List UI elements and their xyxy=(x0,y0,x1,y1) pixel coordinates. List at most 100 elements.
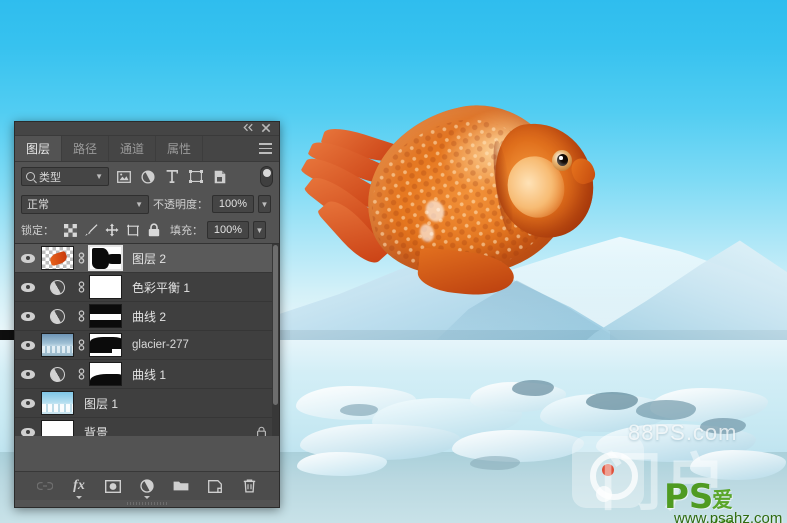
layer-row-0[interactable]: 图层 2 xyxy=(15,244,279,273)
layer-visibility-toggle[interactable] xyxy=(15,369,41,379)
adjustment-icon xyxy=(47,363,68,385)
layer-row-1[interactable]: 色彩平衡 1 xyxy=(15,273,279,302)
opacity-label: 不透明度： xyxy=(153,199,208,211)
panel-tab-strip[interactable]: 图层 路径 通道 属性 xyxy=(15,136,279,162)
layer-name[interactable]: 背景 xyxy=(84,424,108,437)
tab-layers[interactable]: 图层 xyxy=(15,136,63,161)
layer-visibility-toggle[interactable] xyxy=(15,398,41,408)
layer-mask-thumbnail[interactable] xyxy=(89,304,122,328)
panel-resize-grip[interactable] xyxy=(15,500,279,507)
layer-visibility-toggle[interactable] xyxy=(15,340,41,350)
layer-visibility-toggle[interactable] xyxy=(15,427,41,436)
link-mask-icon[interactable] xyxy=(76,309,87,323)
goldfish-subject xyxy=(300,87,602,320)
lock-row[interactable]: 锁定： 填充： 100% ▼ xyxy=(15,217,279,243)
layer-filter-row[interactable]: 类型 ▼ xyxy=(15,162,279,191)
blend-mode-select[interactable]: 正常 ▼ xyxy=(21,194,149,214)
psahz-logo-url: www.psahz.com xyxy=(674,510,783,523)
ice-shadow xyxy=(470,456,520,470)
layers-panel[interactable]: 图层 路径 通道 属性 类型 ▼ 正常 ▼ 不透明度： 100% ▼ 锁定： 填… xyxy=(14,121,280,508)
lock-transparent-pixels[interactable] xyxy=(63,223,77,237)
layer-name[interactable]: 曲线 1 xyxy=(132,366,166,383)
lock-button-group[interactable] xyxy=(63,223,161,237)
layer-name[interactable]: 图层 2 xyxy=(132,250,166,267)
tab-channels[interactable]: 通道 xyxy=(109,136,157,161)
filter-pixel-layers[interactable] xyxy=(114,167,133,186)
layer-name[interactable]: 色彩平衡 1 xyxy=(132,279,190,296)
adjustment-icon xyxy=(47,305,68,327)
opacity-input[interactable]: 100% xyxy=(212,195,254,213)
link-mask-icon[interactable] xyxy=(76,367,87,381)
psahz-watermark-logo: PS 爱好者 www.psahz.com xyxy=(664,477,782,523)
chevron-down-icon: ▼ xyxy=(95,172,103,181)
layer-mask-thumbnail[interactable] xyxy=(89,275,122,299)
lock-all[interactable] xyxy=(147,223,161,237)
tab-properties-label: 属性 xyxy=(167,142,192,156)
tab-properties[interactable]: 属性 xyxy=(156,136,204,161)
layer-row-2[interactable]: 曲线 2 xyxy=(15,302,279,331)
new-group-button[interactable] xyxy=(173,478,190,495)
eye-icon xyxy=(21,311,35,321)
adjustment-icon xyxy=(47,276,68,298)
link-mask-icon[interactable] xyxy=(76,280,87,294)
panel-menu-icon[interactable] xyxy=(259,143,272,155)
filter-enable-toggle[interactable] xyxy=(260,166,273,187)
ice-shadow xyxy=(512,380,554,396)
link-layers-button[interactable] xyxy=(37,478,54,495)
filter-smart-objects[interactable] xyxy=(210,167,229,186)
add-layer-mask-button[interactable] xyxy=(105,478,122,495)
filter-kind-select[interactable]: 类型 ▼ xyxy=(21,167,109,186)
layer-style-button[interactable]: fx xyxy=(71,478,88,499)
fill-chevron-down-icon[interactable]: ▼ xyxy=(253,221,266,239)
filter-type-layers[interactable] xyxy=(162,167,181,186)
panel-bottom-toolbar[interactable]: fx xyxy=(15,471,279,500)
layer-name[interactable]: 图层 1 xyxy=(84,395,118,412)
layer-name[interactable]: 曲线 2 xyxy=(132,308,166,325)
close-panel-button[interactable] xyxy=(261,123,275,135)
layer-thumbnail[interactable] xyxy=(41,391,74,415)
lock-artboard-nesting[interactable] xyxy=(126,223,140,237)
collapse-panel-button[interactable] xyxy=(243,123,257,135)
layer-row-4[interactable]: 曲线 1 xyxy=(15,360,279,389)
layer-mask-thumbnail[interactable] xyxy=(88,245,123,271)
opacity-chevron-down-icon[interactable]: ▼ xyxy=(258,195,271,213)
layer-thumbnail[interactable] xyxy=(41,362,74,386)
layer-thumbnail[interactable] xyxy=(41,275,74,299)
layer-thumbnail[interactable] xyxy=(41,420,74,436)
layer-row-5[interactable]: 图层 1 xyxy=(15,389,279,418)
lock-position[interactable] xyxy=(105,223,119,237)
link-mask-icon[interactable] xyxy=(76,338,87,352)
delete-layer-button[interactable] xyxy=(241,478,258,495)
blend-mode-value: 正常 xyxy=(27,199,49,211)
eye-icon xyxy=(21,427,35,436)
blend-mode-row[interactable]: 正常 ▼ 不透明度： 100% ▼ xyxy=(15,191,279,217)
fx-icon: fx xyxy=(73,478,85,493)
layer-thumbnail[interactable] xyxy=(41,246,74,270)
filter-shape-layers[interactable] xyxy=(186,167,205,186)
layer-thumbnail[interactable] xyxy=(41,333,74,357)
eye-icon xyxy=(21,369,35,379)
layer-row-6[interactable]: 背景 xyxy=(15,418,279,436)
eye-icon xyxy=(21,282,35,292)
link-mask-icon[interactable] xyxy=(76,251,87,265)
layer-visibility-toggle[interactable] xyxy=(15,311,41,321)
layer-visibility-toggle[interactable] xyxy=(15,253,41,263)
layer-visibility-toggle[interactable] xyxy=(15,282,41,292)
new-adjustment-layer-button[interactable] xyxy=(139,478,156,499)
tab-paths[interactable]: 路径 xyxy=(62,136,110,161)
fill-input[interactable]: 100% xyxy=(207,221,249,239)
new-layer-button[interactable] xyxy=(207,478,224,495)
scrollbar-thumb[interactable] xyxy=(273,245,278,405)
psahz-logo-ps: PS xyxy=(664,477,714,517)
filter-adjustment-layers[interactable] xyxy=(138,167,157,186)
layer-name[interactable]: glacier-277 xyxy=(132,339,189,351)
layer-thumbnail[interactable] xyxy=(41,304,74,328)
layers-list[interactable]: 图层 2 色彩平衡 1 曲线 2 glacier-277 曲线 1 图层 1 背… xyxy=(15,243,279,436)
layers-list-scrollbar[interactable] xyxy=(272,244,279,436)
tab-layers-label: 图层 xyxy=(26,142,51,156)
lock-image-pixels[interactable] xyxy=(84,223,98,237)
layer-mask-thumbnail[interactable] xyxy=(89,362,122,386)
fish-eye-glint xyxy=(559,156,563,160)
layer-mask-thumbnail[interactable] xyxy=(89,333,122,357)
layer-row-3[interactable]: glacier-277 xyxy=(15,331,279,360)
